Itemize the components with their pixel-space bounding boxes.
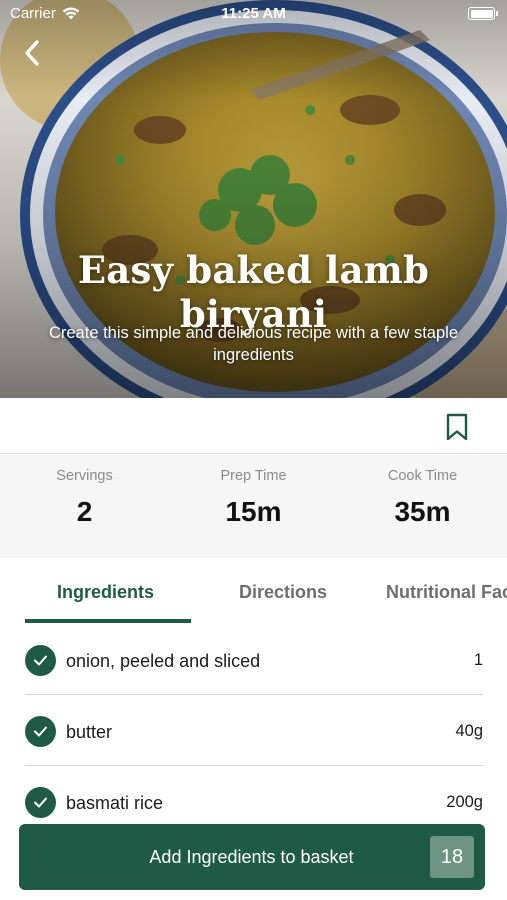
stat-label: Cook Time <box>387 468 458 484</box>
battery-icon <box>468 7 498 20</box>
stat-cook-time: Cook Time 35m <box>338 455 507 558</box>
list-item: butter 40g <box>25 695 483 766</box>
ingredient-quantity: 200g <box>446 793 483 811</box>
add-to-basket-button[interactable]: Add Ingredients to basket 18 <box>19 824 485 890</box>
stat-label: Servings <box>56 468 113 484</box>
active-tab-indicator <box>25 619 191 623</box>
stat-prep-time: Prep Time 15m <box>169 455 338 558</box>
ingredient-quantity: 1 <box>473 651 483 669</box>
back-button[interactable] <box>18 36 48 70</box>
bookmark-icon <box>446 413 468 441</box>
add-to-basket-label: Add Ingredients to basket <box>149 847 354 867</box>
recipe-subtitle: Create this simple and delicious recipe … <box>48 324 459 364</box>
ingredient-quantity: 40g <box>455 722 483 740</box>
ingredient-checkbox[interactable] <box>25 787 56 818</box>
tab-ingredients[interactable]: Ingredients <box>57 582 154 603</box>
checkmark-icon <box>34 655 47 666</box>
stat-value: 15m <box>225 496 282 527</box>
ingredient-name: basmati rice <box>66 793 164 813</box>
tab-nutritional-facts[interactable]: Nutritional Facts <box>386 582 507 603</box>
stat-value: 35m <box>394 496 451 527</box>
stat-servings: Servings 2 <box>0 455 169 558</box>
status-bar: Carrier 11:25 AM <box>0 0 507 28</box>
ingredient-name: onion, peeled and sliced <box>66 651 261 671</box>
stat-label: Prep Time <box>220 468 287 484</box>
recipe-tabs: Ingredients Directions Nutritional Facts <box>0 558 507 624</box>
action-bar <box>0 398 507 454</box>
ingredient-count-badge: 18 <box>430 836 474 878</box>
recipe-stats: Servings 2 Prep Time 15m Cook Time 35m <box>0 455 507 558</box>
tab-directions[interactable]: Directions <box>239 582 327 603</box>
checkmark-icon <box>34 726 47 737</box>
checkmark-icon <box>34 797 47 808</box>
ingredient-name: butter <box>66 722 113 742</box>
list-item: onion, peeled and sliced 1 <box>25 624 483 695</box>
status-time: 11:25 AM <box>221 5 286 22</box>
bookmark-button[interactable] <box>443 412 471 442</box>
ingredient-checkbox[interactable] <box>25 645 56 676</box>
recipe-hero: Carrier 11:25 AM Easy baked lamb biryani… <box>0 0 507 398</box>
back-chevron-icon <box>25 40 39 66</box>
stat-value: 2 <box>76 496 93 527</box>
ingredient-checkbox[interactable] <box>25 716 56 747</box>
